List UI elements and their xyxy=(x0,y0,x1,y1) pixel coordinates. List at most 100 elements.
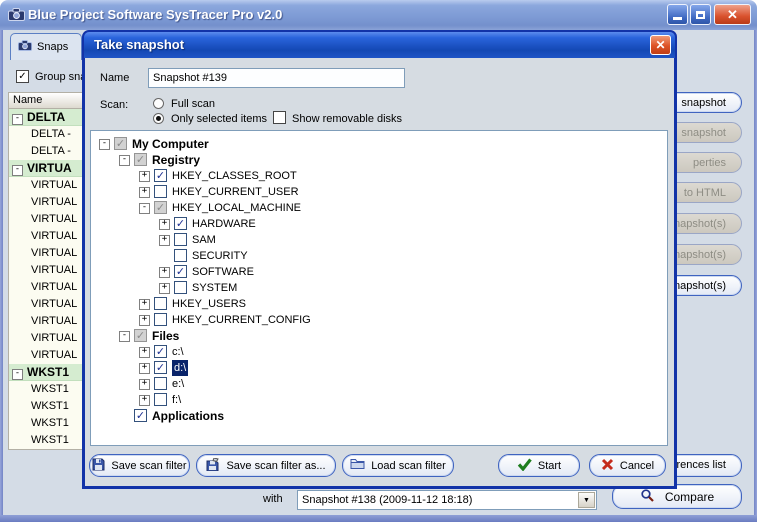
expand-icon[interactable]: + xyxy=(159,235,170,246)
chevron-down-icon[interactable]: ▼ xyxy=(578,492,595,508)
tree-label: f:\ xyxy=(172,392,181,408)
tree-checkbox-checked[interactable]: ✓ xyxy=(154,169,167,182)
maximize-button[interactable] xyxy=(690,4,711,25)
expand-icon[interactable]: + xyxy=(159,267,170,278)
window-border-left xyxy=(0,30,3,522)
tree-item-hkey-current-user[interactable]: + HKEY_CURRENT_USER xyxy=(91,184,667,200)
expand-icon[interactable]: + xyxy=(139,379,150,390)
save-scan-filter-button[interactable]: Save scan filter xyxy=(89,454,190,477)
show-removable-disks-checkbox[interactable] xyxy=(273,111,286,124)
collapse-icon[interactable]: - xyxy=(12,369,23,380)
tree-item-hkey-current-config[interactable]: + HKEY_CURRENT_CONFIG xyxy=(91,312,667,328)
tree-item-sam[interactable]: + SAM xyxy=(91,232,667,248)
tree-checkbox-partial[interactable]: ✓ xyxy=(134,329,147,342)
tree-checkbox-unchecked[interactable] xyxy=(174,249,187,262)
collapse-icon[interactable]: - xyxy=(119,331,130,342)
compare-with-combobox[interactable]: Snapshot #138 (2009-11-12 18:18) ▼ xyxy=(297,490,597,510)
expand-icon[interactable]: + xyxy=(139,171,150,182)
expand-icon[interactable]: + xyxy=(159,219,170,230)
expand-icon[interactable]: + xyxy=(139,315,150,326)
expand-icon[interactable]: + xyxy=(139,395,150,406)
tree-item-hkey-local-machine[interactable]: -✓HKEY_LOCAL_MACHINE xyxy=(91,200,667,216)
expand-icon[interactable]: + xyxy=(159,283,170,294)
collapse-icon[interactable]: - xyxy=(119,155,130,166)
tree-checkbox-unchecked[interactable] xyxy=(154,393,167,406)
tree-checkbox-checked[interactable]: ✓ xyxy=(134,409,147,422)
tree-item-registry[interactable]: -✓Registry xyxy=(91,152,667,168)
list-row-label: WKST1 xyxy=(9,383,69,395)
tree-item-f[interactable]: + f:\ xyxy=(91,392,667,408)
expand-icon[interactable]: + xyxy=(139,299,150,310)
tree-checkbox-unchecked[interactable] xyxy=(174,233,187,246)
tree-label: e:\ xyxy=(172,376,184,392)
minimize-button[interactable] xyxy=(667,4,688,25)
tree-checkbox-partial[interactable]: ✓ xyxy=(134,153,147,166)
cancel-label: Cancel xyxy=(620,460,654,472)
tree-item-e[interactable]: + e:\ xyxy=(91,376,667,392)
close-button[interactable]: ✕ xyxy=(714,4,751,25)
tree-label: HKEY_CURRENT_USER xyxy=(172,184,299,200)
tree-item-software[interactable]: + ✓ SOFTWARE xyxy=(91,264,667,280)
cancel-button[interactable]: Cancel xyxy=(589,454,666,477)
tree-label: HKEY_CURRENT_CONFIG xyxy=(172,312,311,328)
list-row-label: DELTA - xyxy=(9,128,71,140)
tree-item-files[interactable]: -✓Files xyxy=(91,328,667,344)
load-scan-filter-button[interactable]: Load scan filter xyxy=(342,454,454,477)
collapse-icon[interactable]: - xyxy=(99,139,110,150)
magnifier-icon xyxy=(640,488,655,506)
collapse-icon[interactable]: - xyxy=(139,203,150,214)
tree-item-system[interactable]: +SYSTEM xyxy=(91,280,667,296)
only-selected-items-radio[interactable] xyxy=(153,113,164,124)
tree-item-security[interactable]: SECURITY xyxy=(91,248,667,264)
dialog-body: Name Scan: Full scan Only selected items… xyxy=(85,58,674,486)
group-snapshots-option[interactable]: ✓ Group sna xyxy=(16,70,86,83)
tree-item-my-computer[interactable]: -✓My Computer xyxy=(91,136,667,152)
titlebar[interactable]: Blue Project Software SysTracer Pro v2.0… xyxy=(0,0,757,30)
expand-icon[interactable]: + xyxy=(139,347,150,358)
collapse-icon[interactable]: - xyxy=(12,114,23,125)
tree-checkbox-unchecked[interactable] xyxy=(154,297,167,310)
tree-label: SOFTWARE xyxy=(192,264,254,280)
maximize-icon xyxy=(696,11,705,19)
save-scan-filter-as-button[interactable]: Save scan filter as... xyxy=(196,454,336,477)
snapshot-name-input[interactable] xyxy=(148,68,405,88)
full-scan-radio[interactable] xyxy=(153,98,164,109)
dialog-titlebar[interactable]: Take snapshot ✕ xyxy=(84,32,675,58)
tree-item-applications[interactable]: ✓Applications xyxy=(91,408,667,424)
collapse-icon[interactable]: - xyxy=(12,165,23,176)
tree-item-hardware[interactable]: +✓HARDWARE xyxy=(91,216,667,232)
tree-checkbox-partial[interactable]: ✓ xyxy=(154,201,167,214)
tree-checkbox-checked[interactable]: ✓ xyxy=(174,217,187,230)
show-removable-disks-label: Show removable disks xyxy=(292,113,402,125)
minimize-icon xyxy=(673,17,682,20)
tree-checkbox-unchecked[interactable] xyxy=(174,281,187,294)
tree-item-hkey-classes-root[interactable]: +✓HKEY_CLASSES_ROOT xyxy=(91,168,667,184)
only-selected-items-label: Only selected items xyxy=(171,113,267,125)
tree-item-hkey-users[interactable]: + HKEY_USERS xyxy=(91,296,667,312)
tree-label: HKEY_USERS xyxy=(172,296,246,312)
tree-item-c[interactable]: +✓c:\ xyxy=(91,344,667,360)
tree-item-d[interactable]: +✓d:\ xyxy=(91,360,667,376)
tree-label: SECURITY xyxy=(192,248,248,264)
list-row-label: VIRTUAL xyxy=(9,247,77,259)
tree-checkbox-unchecked[interactable] xyxy=(154,185,167,198)
compare-button-label: Compare xyxy=(665,490,714,504)
expand-icon[interactable]: + xyxy=(139,363,150,374)
start-button[interactable]: Start xyxy=(498,454,580,477)
checked-checkbox-icon[interactable]: ✓ xyxy=(16,70,29,83)
window-border-bottom xyxy=(0,515,757,522)
tree-checkbox-checked[interactable]: ✓ xyxy=(174,265,187,278)
expand-icon[interactable]: + xyxy=(139,187,150,198)
list-row-label: VIRTUAL xyxy=(9,281,77,293)
tree-checkbox-checked[interactable]: ✓ xyxy=(154,361,167,374)
tree-checkbox-unchecked[interactable] xyxy=(154,377,167,390)
dialog-close-button[interactable]: ✕ xyxy=(650,35,671,55)
list-row-label: VIRTUA xyxy=(27,161,72,175)
scan-tree: -✓My Computer-✓Registry+✓HKEY_CLASSES_RO… xyxy=(90,130,668,446)
group-snapshots-label: Group sna xyxy=(35,71,86,83)
tree-checkbox-checked[interactable]: ✓ xyxy=(154,345,167,358)
tree-label: SAM xyxy=(192,232,216,248)
tab-snapshots[interactable]: Snaps xyxy=(10,33,82,60)
tree-checkbox-partial[interactable]: ✓ xyxy=(114,137,127,150)
tree-checkbox-unchecked[interactable] xyxy=(154,313,167,326)
